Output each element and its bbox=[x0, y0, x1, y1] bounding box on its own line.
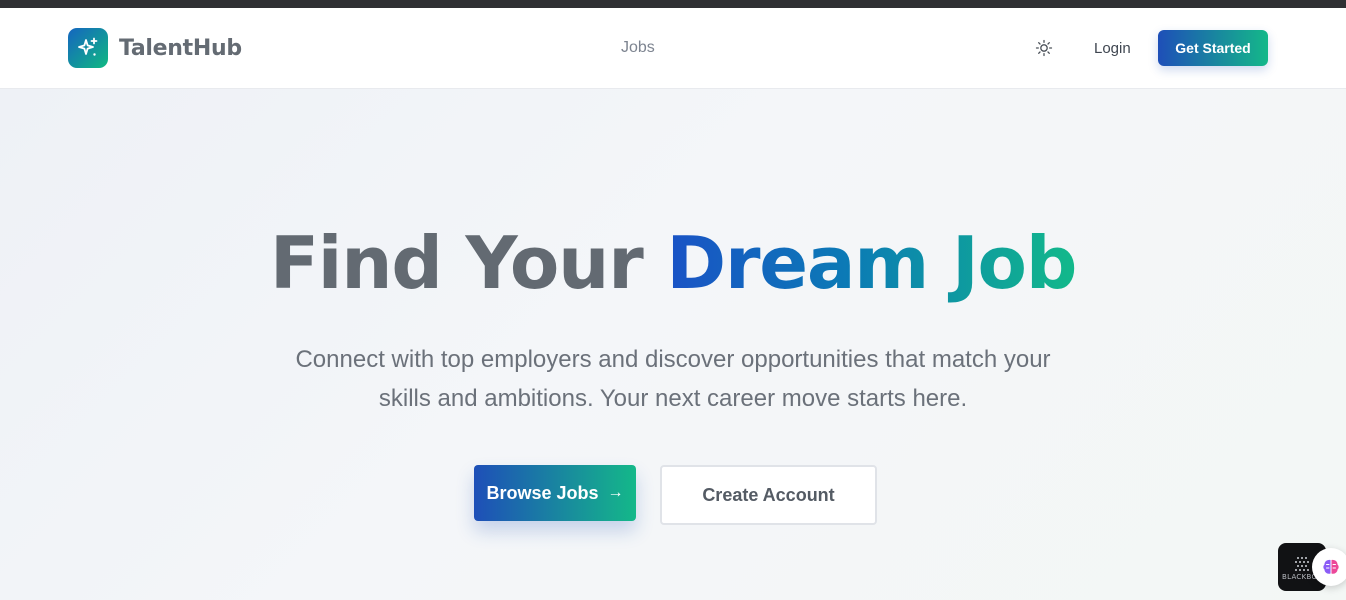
hero-subtitle: Connect with top employers and discover … bbox=[295, 346, 1051, 412]
browse-jobs-button[interactable]: Browse Jobs → bbox=[474, 465, 636, 521]
hero-title: Find Your Dream Job bbox=[0, 223, 1346, 303]
login-link[interactable]: Login bbox=[1094, 40, 1131, 57]
sparkles-icon bbox=[68, 28, 108, 68]
hero-title-plain: Find Your bbox=[269, 221, 644, 305]
get-started-button[interactable]: Get Started bbox=[1158, 30, 1268, 66]
navbar: TalentHub Jobs Login Get Started bbox=[0, 8, 1346, 89]
sun-icon[interactable] bbox=[1034, 38, 1054, 58]
browse-jobs-label: Browse Jobs bbox=[486, 482, 599, 503]
top-strip bbox=[0, 0, 1346, 8]
brand[interactable]: TalentHub bbox=[68, 28, 242, 68]
nav-link-jobs[interactable]: Jobs bbox=[621, 39, 655, 57]
hero-section: Find Your Dream Job Connect with top emp… bbox=[0, 89, 1346, 600]
hero-title-highlight: Dream Job bbox=[666, 221, 1077, 305]
arrow-right-icon: → bbox=[607, 484, 624, 501]
brand-name: TalentHub bbox=[119, 35, 242, 61]
brain-icon[interactable] bbox=[1312, 548, 1346, 586]
create-account-button[interactable]: Create Account bbox=[660, 465, 877, 525]
